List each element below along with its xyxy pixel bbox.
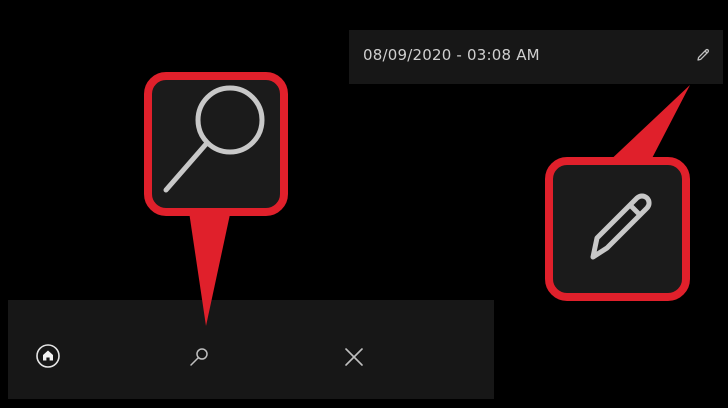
- search-callout: [144, 72, 288, 326]
- edit-callout: [545, 85, 690, 301]
- callout-overlay: [144, 72, 690, 326]
